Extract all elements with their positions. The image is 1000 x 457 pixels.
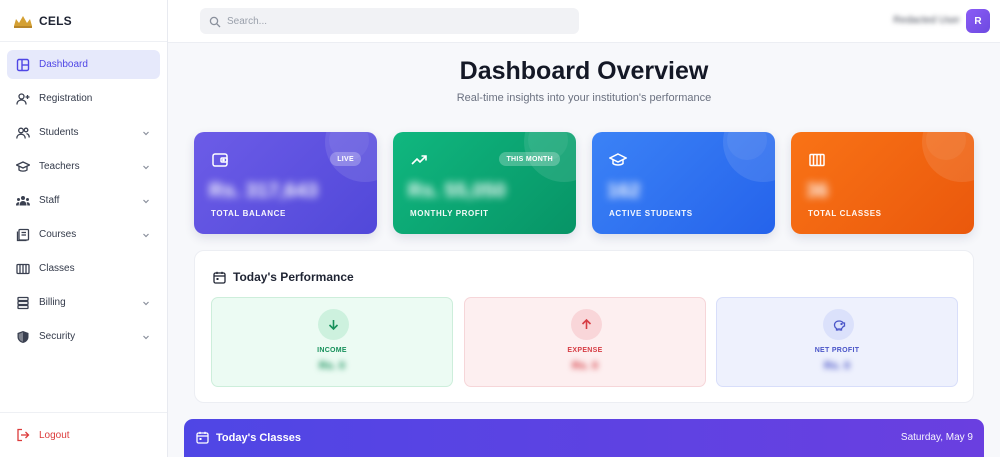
stat-label: TOTAL BALANCE [211,209,286,218]
user-name[interactable]: Redacted User [893,15,960,26]
logo-icon [13,14,33,28]
sidebar-item-label: Classes [39,263,75,274]
stat-label: MONTHLY PROFIT [410,209,489,218]
search-input[interactable] [227,15,547,27]
chevron-down-icon[interactable] [142,333,150,341]
sidebar-item-label: Billing [39,297,66,308]
columns-icon [808,151,826,169]
shield-icon [16,330,30,344]
piggy-bank-icon [823,309,854,340]
todays-classes-header[interactable]: Today's Classes Saturday, May 9 [184,419,984,457]
sidebar-item-billing[interactable]: Billing [7,288,160,317]
stat-value: Rs. 55,050 [408,180,506,202]
logout-label: Logout [39,429,70,441]
stat-label: TOTAL CLASSES [808,209,882,218]
stat-card-active-students[interactable]: 162 ACTIVE STUDENTS [592,132,775,234]
page-subtitle: Real-time insights into your institution… [456,92,712,104]
sidebar-item-label: Courses [39,229,77,240]
sidebar-nav: Dashboard Registration Students Teachers… [0,42,167,351]
stat-value: Rs. 317,643 [209,180,318,202]
expense-value: Rs. 0 [571,360,599,372]
sidebar-item-label: Students [39,127,79,138]
book-icon [16,228,30,242]
search-icon [209,15,221,28]
trending-up-icon [410,151,428,169]
sidebar-item-registration[interactable]: Registration [7,84,160,113]
wallet-icon [211,151,229,169]
sidebar-item-classes[interactable]: Classes [7,254,160,283]
sidebar-item-security[interactable]: Security [7,322,160,351]
expense-box: EXPENSE Rs. 0 [464,297,706,387]
chevron-down-icon[interactable] [142,299,150,307]
graduation-cap-icon [16,160,30,174]
stat-value: 36 [806,180,829,202]
income-box: INCOME Rs. 0 [211,297,453,387]
performance-title: Today's Performance [233,270,354,284]
income-value: Rs. 0 [318,360,346,372]
topbar: Redacted User R [168,0,1000,43]
stat-card-total-classes[interactable]: 36 TOTAL CLASSES [791,132,974,234]
columns-icon [16,262,30,276]
logout-section: Logout [0,412,167,457]
sidebar-item-label: Security [39,331,76,342]
sidebar-item-dashboard[interactable]: Dashboard [7,50,160,79]
net-profit-label: NET PROFIT [814,347,860,354]
sidebar-item-label: Registration [39,93,93,104]
graduation-cap-icon [608,151,628,169]
net-profit-value: Rs. 0 [823,360,851,372]
logout-icon [16,428,30,442]
sidebar-item-label: Dashboard [39,59,88,70]
avatar[interactable]: R [966,9,990,33]
calendar-icon [196,431,209,444]
chevron-down-icon[interactable] [142,231,150,239]
stat-value: 162 [607,180,641,202]
this-month-badge: THIS MONTH [499,152,560,166]
main-content: Dashboard Overview Real-time insights in… [168,43,1000,457]
sidebar-item-label: Teachers [39,161,80,172]
page-title: Dashboard Overview [459,57,709,85]
sidebar-item-staff[interactable]: Staff [7,186,160,215]
chevron-down-icon[interactable] [142,197,150,205]
sidebar-item-courses[interactable]: Courses [7,220,160,249]
stat-card-total-balance[interactable]: LIVE Rs. 317,643 TOTAL BALANCE [194,132,377,234]
users-icon [16,126,30,140]
bank-icon [16,296,30,310]
stat-card-monthly-profit[interactable]: THIS MONTH Rs. 55,050 MONTHLY PROFIT [393,132,576,234]
sidebar: CELS Dashboard Registration Students Tea… [0,0,168,457]
team-icon [16,194,30,208]
sidebar-item-students[interactable]: Students [7,118,160,147]
chevron-down-icon[interactable] [142,163,150,171]
net-profit-box: NET PROFIT Rs. 0 [716,297,958,387]
search-box[interactable] [200,8,579,34]
calendar-icon [213,271,226,284]
classes-date: Saturday, May 9 [900,432,973,443]
layout-icon [16,58,30,72]
stat-label: ACTIVE STUDENTS [609,209,693,218]
income-label: INCOME [317,347,347,354]
todays-performance-card: Today's Performance INCOME Rs. 0 EXPENSE… [194,250,974,403]
performance-header: Today's Performance [213,270,354,284]
chevron-down-icon[interactable] [142,129,150,137]
expense-label: EXPENSE [567,347,603,354]
user-plus-icon [16,92,30,106]
logout-button[interactable]: Logout [16,428,70,442]
arrow-up-icon [571,309,602,340]
live-badge: LIVE [330,152,361,166]
sidebar-item-label: Staff [39,195,60,206]
sidebar-item-teachers[interactable]: Teachers [7,152,160,181]
arrow-down-icon [318,309,349,340]
classes-title: Today's Classes [216,432,301,444]
brand[interactable]: CELS [0,0,167,42]
brand-name: CELS [39,13,72,28]
